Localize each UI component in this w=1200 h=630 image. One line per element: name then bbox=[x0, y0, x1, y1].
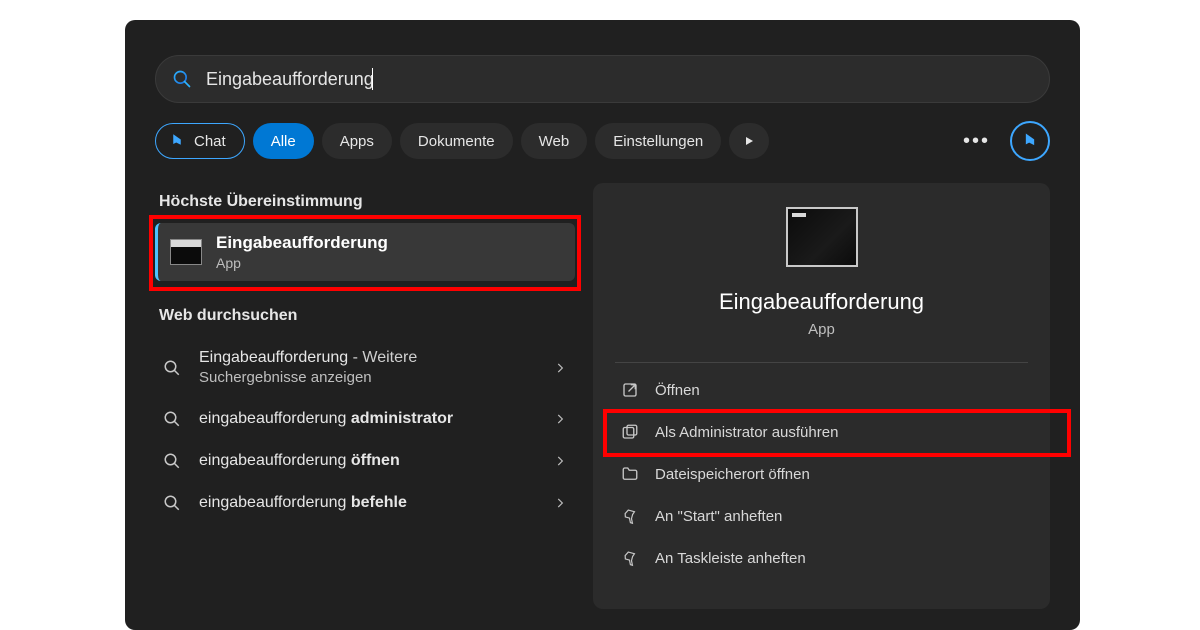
web-search-header: Web durchsuchen bbox=[159, 307, 571, 325]
search-icon bbox=[163, 494, 181, 512]
filter-chat[interactable]: Chat bbox=[155, 123, 245, 159]
best-match-item[interactable]: Eingabeaufforderung App bbox=[155, 223, 575, 281]
bing-chat-button[interactable] bbox=[1010, 121, 1050, 161]
admin-icon bbox=[621, 423, 639, 441]
web-result-text: eingabeaufforderung befehle bbox=[199, 494, 553, 512]
web-result-item[interactable]: Eingabeaufforderung - Weitere Suchergebn… bbox=[155, 337, 575, 398]
app-preview: Eingabeaufforderung App bbox=[615, 207, 1028, 338]
web-result-item[interactable]: eingabeaufforderung befehle bbox=[155, 482, 575, 524]
web-result-item[interactable]: eingabeaufforderung administrator bbox=[155, 398, 575, 440]
app-subtitle: App bbox=[808, 321, 835, 338]
filter-chat-label: Chat bbox=[194, 133, 226, 150]
results-column: Höchste Übereinstimmung Eingabeaufforder… bbox=[155, 183, 575, 609]
action-label: Als Administrator ausführen bbox=[655, 424, 838, 441]
filter-einstellungen-label: Einstellungen bbox=[613, 133, 703, 150]
action-open[interactable]: Öffnen bbox=[615, 369, 1028, 411]
web-result-text: eingabeaufforderung administrator bbox=[199, 410, 553, 428]
chevron-right-icon bbox=[553, 454, 567, 468]
action-label: An Taskleiste anheften bbox=[655, 550, 806, 567]
filter-alle-label: Alle bbox=[271, 133, 296, 150]
cmd-thumbnail-large-icon bbox=[786, 207, 858, 267]
filter-web[interactable]: Web bbox=[521, 123, 588, 159]
action-label: Dateispeicherort öffnen bbox=[655, 466, 810, 483]
app-title: Eingabeaufforderung bbox=[719, 289, 924, 315]
more-button[interactable]: ••• bbox=[951, 130, 1002, 153]
search-icon bbox=[163, 410, 181, 428]
bing-icon bbox=[1020, 131, 1040, 151]
web-result-text: eingabeaufforderung öffnen bbox=[199, 452, 553, 470]
cmd-thumbnail-icon bbox=[170, 239, 202, 265]
action-label: An "Start" anheften bbox=[655, 508, 782, 525]
filter-next-arrow[interactable] bbox=[729, 123, 769, 159]
text-caret bbox=[372, 68, 373, 90]
search-panel: Eingabeaufforderung Chat Alle Apps Dokum… bbox=[125, 20, 1080, 630]
search-icon bbox=[163, 452, 181, 470]
details-column: Eingabeaufforderung App Öffnen Als Admin… bbox=[593, 183, 1050, 609]
chevron-right-icon bbox=[553, 412, 567, 426]
search-icon bbox=[163, 359, 181, 377]
filter-dokumente-label: Dokumente bbox=[418, 133, 495, 150]
chevron-right-icon bbox=[553, 361, 567, 375]
pin-icon bbox=[621, 507, 639, 525]
web-results-list: Eingabeaufforderung - Weitere Suchergebn… bbox=[155, 337, 575, 524]
action-pin-start[interactable]: An "Start" anheften bbox=[615, 495, 1028, 537]
filter-apps[interactable]: Apps bbox=[322, 123, 392, 159]
best-match-title: Eingabeaufforderung bbox=[216, 233, 388, 253]
filter-alle[interactable]: Alle bbox=[253, 123, 314, 159]
action-open-file-location[interactable]: Dateispeicherort öffnen bbox=[615, 453, 1028, 495]
filter-dokumente[interactable]: Dokumente bbox=[400, 123, 513, 159]
filter-web-label: Web bbox=[539, 133, 570, 150]
pin-icon bbox=[621, 549, 639, 567]
filter-row: Chat Alle Apps Dokumente Web Einstellung… bbox=[155, 121, 1050, 161]
action-run-as-admin[interactable]: Als Administrator ausführen bbox=[615, 411, 1028, 453]
search-input[interactable]: Eingabeaufforderung bbox=[206, 69, 374, 90]
action-label: Öffnen bbox=[655, 382, 700, 399]
web-result-item[interactable]: eingabeaufforderung öffnen bbox=[155, 440, 575, 482]
open-icon bbox=[621, 381, 639, 399]
chevron-right-icon bbox=[553, 496, 567, 510]
folder-icon bbox=[621, 465, 639, 483]
filter-apps-label: Apps bbox=[340, 133, 374, 150]
best-match-header: Höchste Übereinstimmung bbox=[159, 193, 571, 211]
action-list: Öffnen Als Administrator ausführen Datei… bbox=[615, 369, 1028, 579]
action-pin-taskbar[interactable]: An Taskleiste anheften bbox=[615, 537, 1028, 579]
bing-chat-icon bbox=[168, 132, 186, 150]
divider bbox=[615, 362, 1028, 363]
best-match-subtitle: App bbox=[216, 255, 388, 271]
filter-einstellungen[interactable]: Einstellungen bbox=[595, 123, 721, 159]
search-icon bbox=[172, 69, 192, 89]
web-result-text: Eingabeaufforderung - Weitere Suchergebn… bbox=[199, 349, 553, 386]
play-icon bbox=[743, 135, 755, 147]
search-bar[interactable]: Eingabeaufforderung bbox=[155, 55, 1050, 103]
